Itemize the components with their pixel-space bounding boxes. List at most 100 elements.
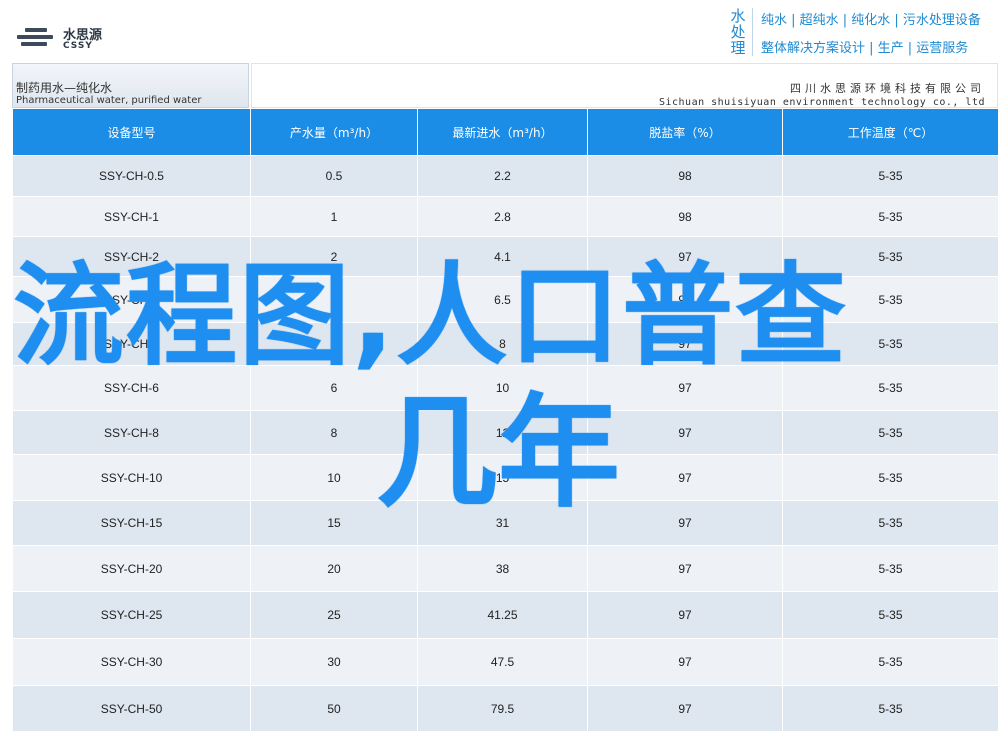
table-cell: 3 xyxy=(250,276,418,323)
table-cell: 12 xyxy=(417,410,588,455)
table-cell: 5-35 xyxy=(782,500,999,546)
product-title-box: 制药用水—纯化水 Pharmaceutical water, purified … xyxy=(12,63,249,108)
table-cell: SSY-CH-30 xyxy=(12,638,251,686)
table-cell: SSY-CH-20 xyxy=(12,545,251,592)
table-row: SSY-CH-2 2 4.1 97 5-35 xyxy=(12,236,999,277)
table-cell: SSY-CH-1 xyxy=(12,196,251,237)
table-cell: 47.5 xyxy=(417,638,588,686)
table-cell: 98 xyxy=(587,155,783,197)
table-cell: 4 xyxy=(250,322,418,366)
table-cell: 2 xyxy=(250,236,418,277)
table-cell: 97 xyxy=(587,410,783,455)
col-output: 产水量（m³/h） xyxy=(250,109,418,156)
table-cell: 97 xyxy=(587,638,783,686)
table-cell: 97 xyxy=(587,276,783,323)
company-name: 四川水思源环境科技有限公司 xyxy=(790,82,985,95)
table-cell: 38 xyxy=(417,545,588,592)
company-logo[interactable]: 水思源 CSSY xyxy=(15,22,115,56)
table-row: SSY-CH-50 50 79.5 97 5-35 xyxy=(12,685,999,732)
table-cell: 5-35 xyxy=(782,591,999,639)
product-title: 制药用水—纯化水 xyxy=(16,81,113,95)
vertical-char: 理 xyxy=(730,39,746,57)
tagline-products: 纯水 | 超纯水 | 纯化水 | 污水处理设备 xyxy=(761,13,981,28)
table-cell: SSY-CH-3 xyxy=(12,276,251,323)
col-temperature: 工作温度（℃） xyxy=(782,109,999,156)
table-row: SSY-CH-3 3 6.5 97 5-35 xyxy=(12,276,999,323)
table-cell: 97 xyxy=(587,365,783,411)
company-name-box: 四川水思源环境科技有限公司 Sichuan shuisiyuan environ… xyxy=(251,63,998,108)
tagline-services: 整体解决方案设计 | 生产 | 运营服务 xyxy=(761,41,969,56)
table-cell: 6.5 xyxy=(417,276,588,323)
table-cell: 4.1 xyxy=(417,236,588,277)
table-cell: 41.25 xyxy=(417,591,588,639)
table-cell: 8 xyxy=(417,322,588,366)
table-cell: 5-35 xyxy=(782,236,999,277)
table-cell: 10 xyxy=(250,454,418,501)
table-row: SSY-CH-15 15 31 97 5-35 xyxy=(12,500,999,546)
table-cell: SSY-CH-4 xyxy=(12,322,251,366)
table-row: SSY-CH-6 6 10 97 5-35 xyxy=(12,365,999,411)
table-row: SSY-CH-1 1 2.8 98 5-35 xyxy=(12,196,999,237)
logo-en: CSSY xyxy=(63,41,93,51)
table-cell: 5-35 xyxy=(782,685,999,732)
table-cell: 31 xyxy=(417,500,588,546)
table-cell: 30 xyxy=(250,638,418,686)
table-cell: SSY-CH-50 xyxy=(12,685,251,732)
table-cell: 15 xyxy=(250,500,418,546)
table-cell: SSY-CH-6 xyxy=(12,365,251,411)
table-cell: 2.8 xyxy=(417,196,588,237)
table-cell: SSY-CH-10 xyxy=(12,454,251,501)
product-banner: 制药用水—纯化水 Pharmaceutical water, purified … xyxy=(12,63,998,108)
table-row: SSY-CH-4 4 8 97 5-35 xyxy=(12,322,999,366)
table-cell: 20 xyxy=(250,545,418,592)
table-cell: 5-35 xyxy=(782,155,999,197)
col-desalination: 脱盐率（%） xyxy=(587,109,783,156)
table-cell: 97 xyxy=(587,454,783,501)
table-cell: 5-35 xyxy=(782,196,999,237)
table-cell: 97 xyxy=(587,591,783,639)
table-cell: 97 xyxy=(587,545,783,592)
table-cell: 0.5 xyxy=(250,155,418,197)
table-cell: 5-35 xyxy=(782,365,999,411)
table-cell: 5-35 xyxy=(782,638,999,686)
company-name-en: Sichuan shuisiyuan environment technolog… xyxy=(658,97,985,108)
table-cell: 5-35 xyxy=(782,276,999,323)
table-cell: 25 xyxy=(250,591,418,639)
table-row: SSY-CH-20 20 38 97 5-35 xyxy=(12,545,999,592)
table-cell: 97 xyxy=(587,500,783,546)
water-drop-icon xyxy=(15,26,57,50)
product-title-en: Pharmaceutical water, purified water xyxy=(16,95,202,106)
spec-table: 设备型号 产水量（m³/h） 最新进水（m³/h） 脱盐率（%） 工作温度（℃）… xyxy=(12,109,999,732)
col-inflow: 最新进水（m³/h） xyxy=(417,109,588,156)
table-cell: 97 xyxy=(587,322,783,366)
table-row: SSY-CH-30 30 47.5 97 5-35 xyxy=(12,638,999,686)
table-cell: 97 xyxy=(587,685,783,732)
table-row: SSY-CH-25 25 41.25 97 5-35 xyxy=(12,591,999,639)
table-row: SSY-CH-8 8 12 97 5-35 xyxy=(12,410,999,455)
table-cell: 50 xyxy=(250,685,418,732)
table-cell: 15 xyxy=(417,454,588,501)
table-row: SSY-CH-0.5 0.5 2.2 98 5-35 xyxy=(12,155,999,197)
col-model: 设备型号 xyxy=(12,109,251,156)
table-cell: 98 xyxy=(587,196,783,237)
table-header-row: 设备型号 产水量（m³/h） 最新进水（m³/h） 脱盐率（%） 工作温度（℃） xyxy=(12,109,999,156)
table-cell: 97 xyxy=(587,236,783,277)
table-cell: SSY-CH-2 xyxy=(12,236,251,277)
table-cell: 6 xyxy=(250,365,418,411)
table-cell: 5-35 xyxy=(782,545,999,592)
table-cell: 79.5 xyxy=(417,685,588,732)
vertical-char: 处 xyxy=(730,23,746,41)
table-cell: 1 xyxy=(250,196,418,237)
table-cell: SSY-CH-0.5 xyxy=(12,155,251,197)
table-cell: 8 xyxy=(250,410,418,455)
vertical-slogan: 水 处 理 xyxy=(728,8,748,56)
vertical-char: 水 xyxy=(730,7,746,25)
table-cell: SSY-CH-15 xyxy=(12,500,251,546)
table-cell: 2.2 xyxy=(417,155,588,197)
table-cell: SSY-CH-25 xyxy=(12,591,251,639)
page-header: 水思源 CSSY 水 处 理 纯水 | 超纯水 | 纯化水 | 污水处理设备 整… xyxy=(0,0,1000,62)
table-cell: 5-35 xyxy=(782,410,999,455)
table-cell: 5-35 xyxy=(782,322,999,366)
table-cell: SSY-CH-8 xyxy=(12,410,251,455)
divider xyxy=(752,8,753,56)
